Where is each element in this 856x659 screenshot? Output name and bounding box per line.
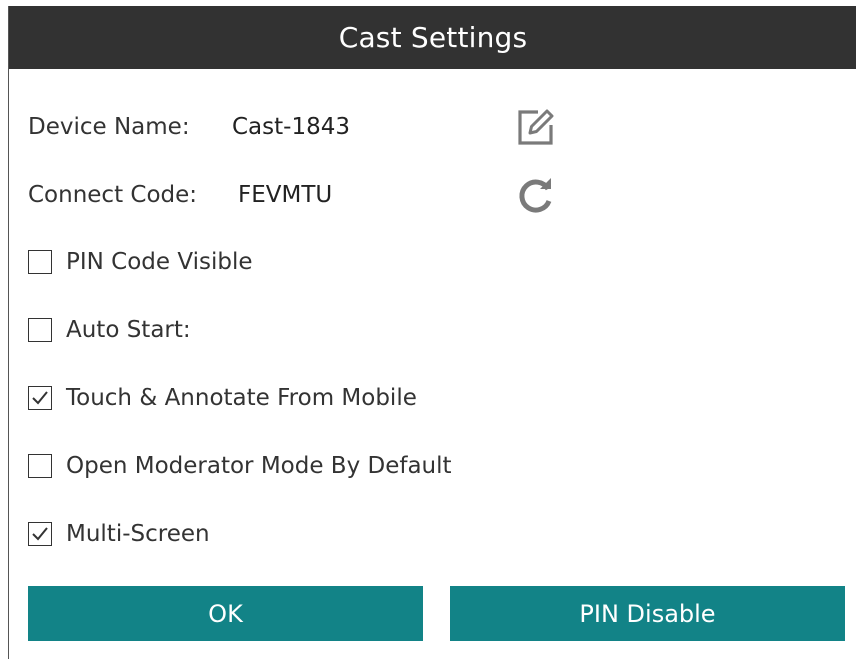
touch-annotate-label: Touch & Annotate From Mobile [66,385,417,411]
moderator-mode-checkbox[interactable] [28,454,52,478]
refresh-connect-code-button[interactable] [515,174,557,216]
dialog-titlebar: Cast Settings [9,6,856,69]
ok-button[interactable]: OK [28,586,423,641]
moderator-mode-label: Open Moderator Mode By Default [66,453,452,479]
option-pin-code-visible[interactable]: PIN Code Visible [28,249,253,275]
dialog-title: Cast Settings [338,21,528,54]
option-moderator-mode[interactable]: Open Moderator Mode By Default [28,453,452,479]
connect-code-row: Connect Code: FEVMTU [28,182,332,208]
touch-annotate-checkbox[interactable] [28,386,52,410]
option-auto-start[interactable]: Auto Start: [28,317,191,343]
device-name-label: Device Name: [28,114,190,140]
refresh-icon [519,178,552,213]
connect-code-label: Connect Code: [28,182,198,208]
pin-code-visible-label: PIN Code Visible [66,249,253,275]
cast-settings-dialog: Cast Settings Device Name: Cast-1843 Con… [8,6,856,659]
option-multi-screen[interactable]: Multi-Screen [28,521,210,547]
edit-icon [518,109,554,145]
multi-screen-checkbox[interactable] [28,522,52,546]
option-touch-annotate[interactable]: Touch & Annotate From Mobile [28,385,417,411]
checkmark-icon [32,527,48,541]
connect-code-value: FEVMTU [238,182,333,208]
device-name-value: Cast-1843 [232,114,350,140]
auto-start-checkbox[interactable] [28,318,52,342]
edit-device-name-button[interactable] [515,106,557,148]
auto-start-label: Auto Start: [66,317,191,343]
pin-code-visible-checkbox[interactable] [28,250,52,274]
device-name-row: Device Name: Cast-1843 [28,114,350,140]
checkmark-icon [32,391,48,405]
pin-disable-button[interactable]: PIN Disable [450,586,845,641]
multi-screen-label: Multi-Screen [66,521,210,547]
